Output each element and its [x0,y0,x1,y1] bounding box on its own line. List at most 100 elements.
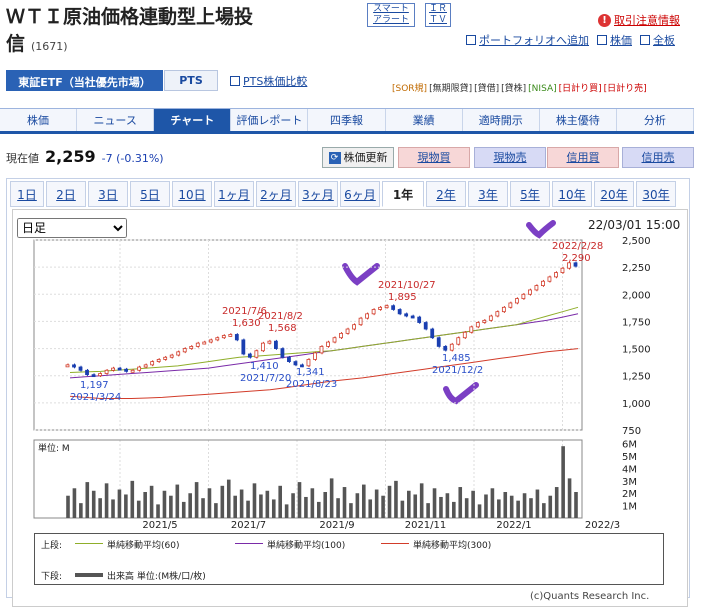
candle-body-31 [267,340,272,344]
annotation-value-5: 1,895 [388,292,417,303]
candle-body-22 [208,339,213,343]
candle-body-12 [143,364,148,368]
volume-bar-70 [516,500,520,518]
annotation-value-3: 1,568 [268,323,297,334]
candle-body-4 [91,374,96,378]
check-mark-2 [526,220,556,239]
volume-bar-47 [368,499,373,518]
candle-body-74 [547,276,552,282]
annotation-date-7: 2022/2/28 [552,241,603,252]
candle-body-8 [117,367,122,371]
candle-body-44 [352,324,356,330]
volume-bar-8 [117,489,122,518]
volume-bar-12 [143,492,147,518]
volume-bar-38 [310,488,315,518]
volume-tick-5: 1M [622,502,637,513]
candle-body-48 [378,306,383,310]
candle-body-54 [417,316,422,323]
annotation-value-0: 1,197 [80,380,109,391]
x-tick-2: 2021/9 [319,520,354,531]
volume-bar-48 [374,489,379,518]
candle-body-9 [124,368,129,372]
volume-bar-64 [477,504,482,518]
annotation-value-2: 1,410 [250,361,279,372]
candle-body-51 [397,309,402,315]
ma100-legend: 単純移動平均(100) [267,541,346,551]
volume-bar-52 [400,500,405,518]
volume-tick-1: 5M [622,452,637,463]
candle-body-59 [449,343,454,351]
annotation-date-5: 2021/10/27 [378,280,436,291]
volume-bar-41 [329,478,334,518]
volume-bar-67 [497,499,501,518]
chart-legend: 上段: 単純移動平均(60) 単純移動平均(100) 単純移動平均(300) 下… [34,533,664,585]
x-tick-1: 2021/7 [231,520,266,531]
volume-tick-0: 6M [622,440,637,451]
candle-body-19 [189,345,194,349]
candle-body-76 [560,267,565,273]
volume-bar-0 [66,495,70,518]
volume-bar-51 [394,480,398,518]
candle-body-41 [332,337,337,343]
volume-unit-label: 単位: M [38,442,70,454]
candle-body-63 [475,322,480,328]
candle-body-11 [137,366,142,371]
candle-body-64 [482,319,487,323]
candle-body-72 [534,285,539,291]
volume-bar-40 [323,492,328,518]
candle-body-39 [319,345,324,354]
candle-body-55 [423,322,428,330]
candle-body-32 [274,340,278,349]
volume-tick-2: 4M [622,464,637,475]
annotation-date-4: 2021/8/23 [286,379,337,390]
volume-bar-44 [349,503,353,518]
volume-bar-56 [426,503,430,518]
candle-body-10 [130,369,135,373]
volume-tick-3: 3M [622,477,637,488]
volume-bar-71 [522,493,527,518]
volume-bar-1 [72,488,77,518]
volume-bar-55 [419,483,424,518]
candle-body-43 [345,328,350,334]
volume-bar-9 [124,494,128,518]
candle-body-33 [280,348,285,358]
candle-body-0 [65,364,70,368]
candle-body-27 [241,339,246,355]
volume-bar-16 [169,495,173,518]
volume-bar-42 [336,498,340,518]
volume-bar-28 [246,500,250,518]
volume-bar-63 [471,490,475,518]
volume-bar-13 [149,485,154,518]
price-tick-3: 1,750 [622,317,651,328]
volume-bar-39 [316,501,321,518]
candle-body-52 [404,313,409,317]
volume-bar-50 [387,485,392,518]
volume-bar-17 [175,484,180,518]
volume-bar-14 [156,504,160,518]
volume-bar-53 [407,490,411,518]
candle-body-38 [313,352,317,360]
volume-bar-33 [278,485,283,518]
volume-bar-20 [194,482,199,518]
candle-body-75 [554,272,558,278]
volume-bar-36 [297,482,302,518]
candle-body-62 [469,326,474,333]
candle-body-47 [371,309,376,315]
volume-tick-4: 2M [622,489,637,500]
candle-body-34 [287,356,291,362]
candle-body-65 [488,315,493,321]
candle-body-30 [260,342,265,352]
candle-body-24 [221,335,226,339]
volume-bar-10 [130,480,135,518]
candle-body-40 [326,341,330,347]
candle-body-23 [215,337,220,341]
ma300-legend: 単純移動平均(300) [413,541,492,551]
x-tick-4: 2022/1 [496,520,531,531]
volume-bar-6 [104,483,109,518]
volume-bar-27 [239,489,244,518]
volume-bar-5 [98,498,102,518]
candle-body-25 [228,334,233,337]
candle-body-13 [150,361,155,366]
volume-bar-60 [452,501,456,518]
volume-bar-43 [342,487,347,518]
